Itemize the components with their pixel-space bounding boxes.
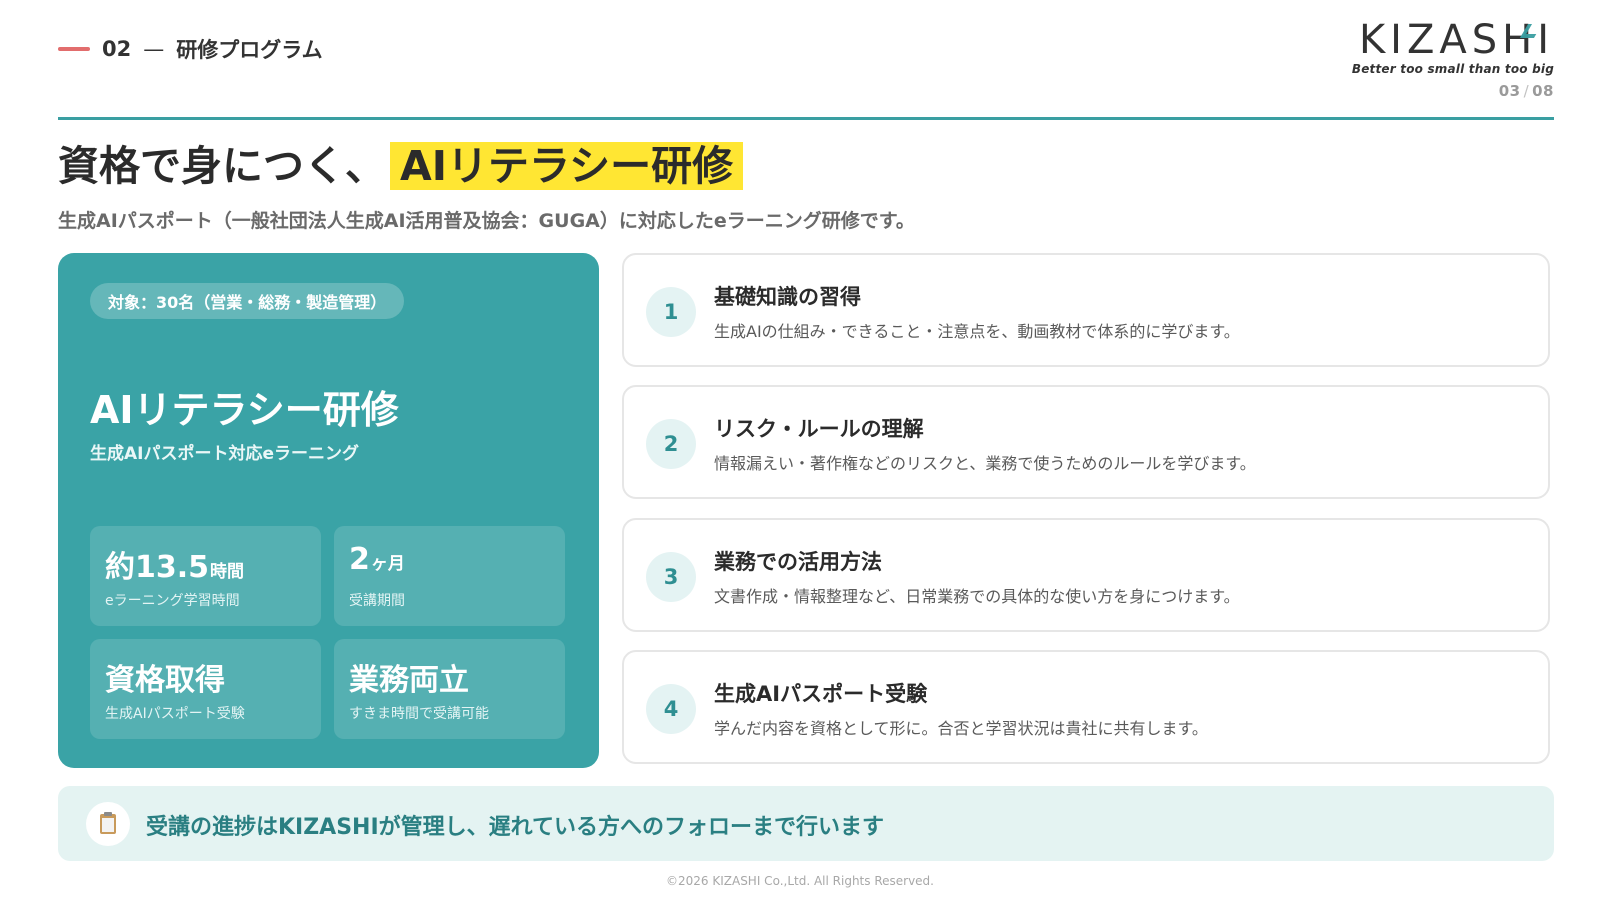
step-title: 基礎知識の習得 [714,285,861,309]
step-description: 文書作成・情報整理など、日常業務での具体的な使い方を身につけます。 [714,587,1240,606]
step-description: 生成AIの仕組み・できること・注意点を、動画教材で体系的に学びます。 [714,322,1240,341]
page-total: 08 [1532,82,1554,100]
page-number: 03/08 [1499,82,1554,100]
step-title: リスク・ルールの理解 [714,417,924,441]
step-number-badge: 1 [646,287,696,337]
header-divider [58,117,1554,120]
section-title: 研修プログラム [176,38,323,62]
step-number-badge: 3 [646,552,696,602]
page-current: 03 [1498,82,1521,100]
page-subtitle: 生成AIパスポート（一般社団法人生成AI活用普及協会：GUGA）に対応したeラー… [58,210,915,232]
stat-study-hours: 約13.5時間 eラーニング学習時間 [90,526,321,626]
stat-value: 資格取得 [105,655,225,699]
stat-number: 約13.5 [105,550,210,585]
stat-unit: ヶ月 [370,554,405,574]
section-number: 02 [102,37,132,61]
page-separator: / [1523,82,1530,100]
step-card-4: 4 生成AIパスポート受験 学んだ内容を資格として形に。合否と学習状況は貴社に共… [622,650,1550,764]
stat-value: 約13.5時間 [105,542,244,586]
stat-caption: 受講期間 [349,593,405,609]
step-title: 業務での活用方法 [714,550,882,574]
program-summary-card: 対象：30名（営業・総務・製造管理） AIリテラシー研修 生成AIパスポート対応… [58,253,599,768]
company-logo: KIZASHI Better too small than too big [1334,18,1554,76]
section-label: 02 — 研修プログラム [58,34,323,64]
logo-wordmark-text: KIZASHI [1358,17,1554,63]
stat-number: 資格取得 [105,663,225,698]
stat-caption: 生成AIパスポート受験 [105,706,245,722]
title-lead: 資格で身につく、 [58,142,386,190]
stat-value: 2ヶ月 [349,542,405,577]
stat-caption: eラーニング学習時間 [105,593,240,609]
clipboard-icon [100,812,116,834]
logo-tagline: Better too small than too big [1351,62,1554,76]
target-badge: 対象：30名（営業・総務・製造管理） [90,283,405,319]
stat-course-period: 2ヶ月 受講期間 [334,526,565,626]
page-title: 資格で身につく、 AIリテラシー研修 [58,138,744,194]
banner-icon-wrap [86,802,130,846]
step-title: 生成AIパスポート受験 [714,682,928,706]
banner-text: 受講の進捗はKIZASHIが管理し、遅れている方へのフォローまで行います [146,815,884,840]
step-card-3: 3 業務での活用方法 文書作成・情報整理など、日常業務での具体的な使い方を身につ… [622,518,1550,632]
title-highlight: AIリテラシー研修 [390,142,744,190]
stat-number: 業務両立 [349,663,469,698]
stat-value: 業務両立 [349,655,469,699]
step-description: 情報漏えい・著作権などのリスクと、業務で使うためのルールを学びます。 [714,454,1256,473]
section-dash: — [143,37,165,61]
stat-work-balance: 業務両立 すきま時間で受講可能 [334,639,565,739]
stat-certification: 資格取得 生成AIパスポート受験 [90,639,321,739]
step-card-2: 2 リスク・ルールの理解 情報漏えい・著作権などのリスクと、業務で使うためのルー… [622,385,1550,499]
step-number-badge: 4 [646,684,696,734]
stat-number: 2 [349,542,370,577]
step-number-badge: 2 [646,419,696,469]
stat-caption: すきま時間で受講可能 [349,706,489,722]
logo-wordmark: KIZASHI [1359,18,1554,62]
progress-support-banner: 受講の進捗はKIZASHIが管理し、遅れている方へのフォローまで行います [58,786,1554,861]
section-accent-bar [58,47,90,51]
program-subtitle: 生成AIパスポート対応eラーニング [90,444,360,464]
step-description: 学んだ内容を資格として形に。合否と学習状況は貴社に共有します。 [714,719,1208,738]
step-card-1: 1 基礎知識の習得 生成AIの仕組み・できること・注意点を、動画教材で体系的に学… [622,253,1550,367]
program-title: AIリテラシー研修 [90,388,399,432]
copyright-footer: ©2026 KIZASHI Co.,Ltd. All Rights Reserv… [666,874,934,888]
stat-unit: 時間 [210,562,245,582]
